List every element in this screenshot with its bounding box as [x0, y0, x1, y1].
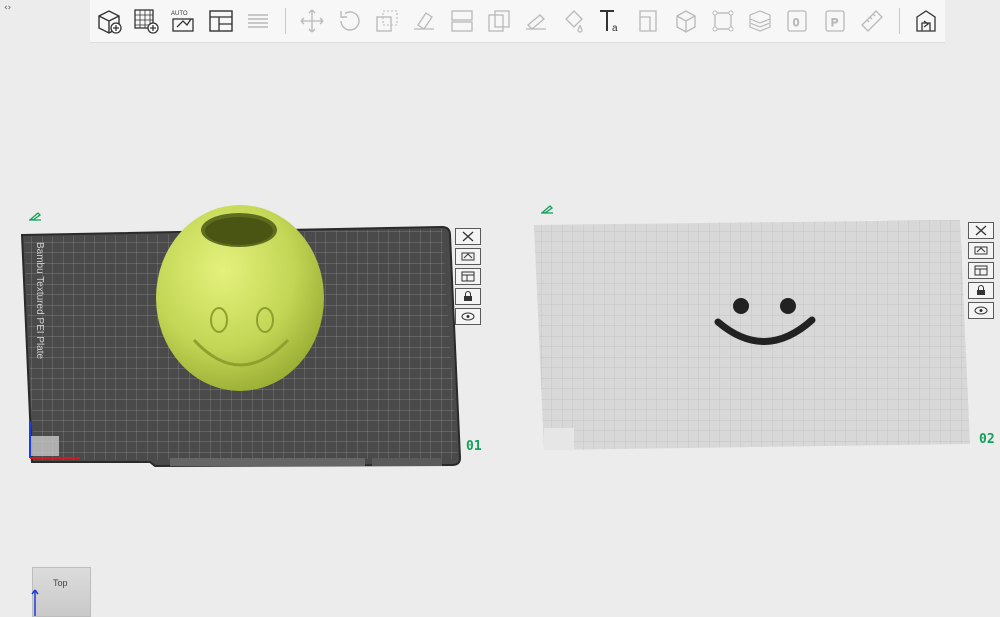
return-icon[interactable]	[911, 4, 942, 38]
plate-2-canvas[interactable]	[520, 210, 980, 460]
origin-marker	[31, 436, 59, 456]
support-paint-icon[interactable]	[521, 4, 552, 38]
split-view-icon[interactable]	[205, 4, 236, 38]
plate-settings-icon[interactable]	[455, 268, 481, 285]
view-cube[interactable]: Top	[31, 567, 91, 617]
view-cube-z-axis	[31, 589, 39, 616]
variable-layer-icon[interactable]	[745, 4, 776, 38]
origin-marker	[544, 428, 574, 450]
plate-1-bed-label: Bambu Textured PEI Plate	[34, 242, 45, 360]
svg-text:0: 0	[793, 17, 799, 29]
cut-icon[interactable]	[483, 4, 514, 38]
plate-1-toolbar	[455, 228, 481, 325]
move-icon[interactable]	[297, 4, 328, 38]
plate-icons-bar	[372, 458, 442, 466]
plate-1-canvas[interactable]	[0, 200, 500, 480]
emboss-icon[interactable]: P	[819, 4, 850, 38]
plate-1-edit-icon[interactable]	[28, 212, 42, 222]
lock-icon[interactable]	[455, 288, 481, 305]
cube-icon[interactable]	[670, 4, 701, 38]
toolbar-separator	[898, 8, 900, 34]
scale-icon[interactable]	[371, 4, 402, 38]
view-eye-icon[interactable]	[968, 302, 994, 319]
svg-text:P: P	[831, 17, 838, 29]
lay-on-face-icon[interactable]	[409, 4, 440, 38]
rotate-icon[interactable]	[334, 4, 365, 38]
plate-2-toolbar	[968, 222, 994, 319]
add-object-icon[interactable]	[93, 4, 124, 38]
split-to-parts-icon[interactable]	[446, 4, 477, 38]
measure-icon[interactable]	[707, 4, 738, 38]
lock-icon[interactable]	[968, 282, 994, 299]
view-cube-label: Top	[53, 578, 68, 588]
svg-text:a: a	[612, 23, 618, 34]
color-paint-icon[interactable]	[558, 4, 589, 38]
ruler-icon[interactable]	[856, 4, 887, 38]
add-plate-icon[interactable]	[130, 4, 161, 38]
smiley-vase-model[interactable]	[156, 205, 324, 391]
arrange-plate-icon[interactable]	[968, 242, 994, 259]
plate-2-number: 02	[979, 432, 995, 447]
layers-icon[interactable]	[242, 4, 273, 38]
toolbar-separator	[284, 8, 286, 34]
assembly-icon[interactable]: 0	[782, 4, 813, 38]
text-tool-icon[interactable]: a	[595, 4, 626, 38]
close-icon[interactable]	[455, 228, 481, 245]
svg-text:AUTO: AUTO	[171, 11, 188, 17]
arrange-plate-icon[interactable]	[455, 248, 481, 265]
sidebar-toggle-button[interactable]: ‹›	[4, 3, 11, 13]
plate-1-number: 01	[466, 439, 482, 454]
main-toolbar: AUTO a 0 P	[90, 0, 945, 43]
plate-2-edit-icon[interactable]	[540, 205, 554, 215]
boolean-icon[interactable]	[633, 4, 664, 38]
plate-status-bar	[170, 458, 365, 466]
auto-arrange-icon[interactable]: AUTO	[168, 4, 199, 38]
close-icon[interactable]	[968, 222, 994, 239]
view-eye-icon[interactable]	[455, 308, 481, 325]
plate-settings-icon[interactable]	[968, 262, 994, 279]
